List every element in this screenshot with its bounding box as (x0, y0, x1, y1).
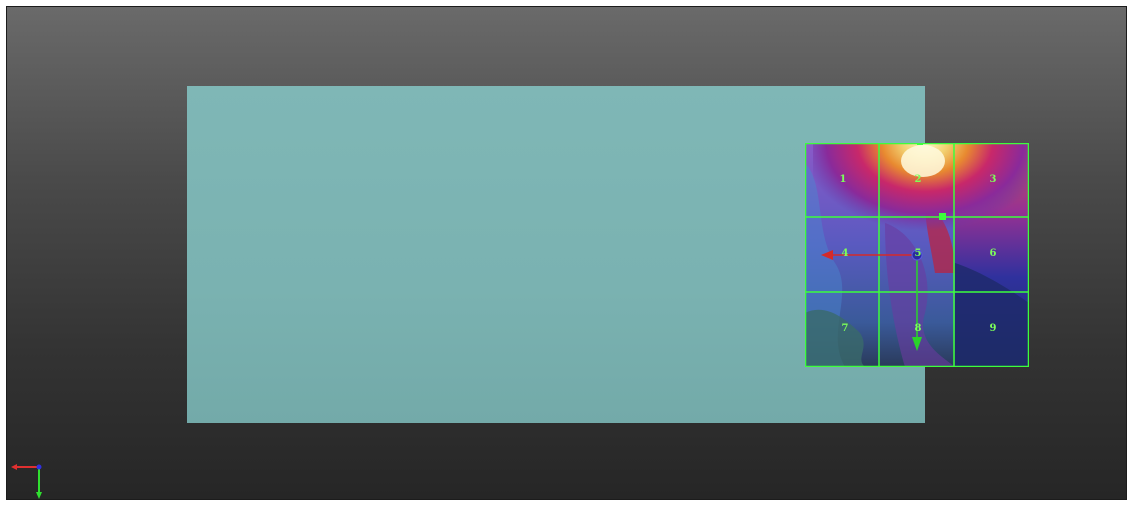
grid-cell-label-7[interactable]: 7 (835, 323, 855, 335)
selection-grid-widget[interactable]: 1 2 3 4 5 6 7 8 9 (805, 143, 1029, 367)
grid-cell-label-8[interactable]: 8 (908, 323, 928, 335)
grid-cell-label-1[interactable]: 1 (833, 174, 853, 186)
3d-viewport[interactable]: 1 2 3 4 5 6 7 8 9 (6, 6, 1127, 500)
grid-cell-label-4[interactable]: 4 (835, 248, 855, 260)
grid-cell-label-6[interactable]: 6 (983, 248, 1003, 260)
grid-cell-label-2[interactable]: 2 (908, 174, 928, 186)
grid-cell-label-5[interactable]: 5 (908, 248, 928, 260)
grid-cell-label-9[interactable]: 9 (983, 323, 1003, 335)
axis-orientation-icon (11, 464, 42, 499)
grid-cell-label-3[interactable]: 3 (983, 174, 1003, 186)
